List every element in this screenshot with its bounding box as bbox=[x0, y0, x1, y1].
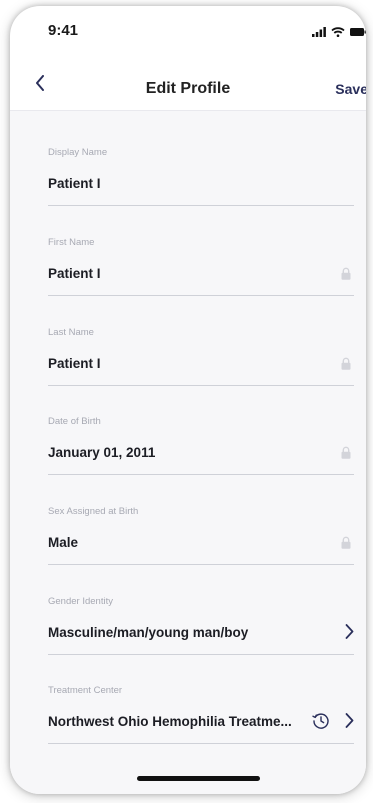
history-clock-icon[interactable] bbox=[312, 712, 330, 735]
home-indicator bbox=[137, 776, 260, 781]
chevron-right-icon[interactable] bbox=[345, 713, 354, 733]
field-label: First Name bbox=[48, 237, 95, 248]
field-label: Sex Assigned at Birth bbox=[48, 506, 139, 517]
wifi-icon bbox=[331, 24, 345, 42]
lock-icon bbox=[341, 357, 351, 375]
field-treatment-center[interactable]: Treatment Center Northwest Ohio Hemophil… bbox=[48, 685, 354, 744]
field-label: Last Name bbox=[48, 327, 94, 338]
sex-assigned-value: Male bbox=[48, 535, 79, 550]
field-label: Gender Identity bbox=[48, 596, 113, 607]
status-bar: 9:41 bbox=[10, 6, 366, 50]
gender-identity-value: Masculine/man/young man/boy bbox=[48, 625, 249, 640]
page-title: Edit Profile bbox=[145, 80, 231, 97]
status-time: 9:41 bbox=[48, 22, 79, 39]
nav-bar: Edit Profile Save bbox=[10, 58, 366, 111]
lock-icon bbox=[341, 267, 351, 285]
field-date-of-birth: Date of Birth January 01, 2011 bbox=[48, 416, 354, 475]
lock-icon bbox=[341, 536, 351, 554]
field-label: Display Name bbox=[48, 147, 108, 158]
date-of-birth-value: January 01, 2011 bbox=[48, 445, 156, 460]
field-label: Treatment Center bbox=[48, 685, 123, 696]
field-last-name: Last Name Patient I bbox=[48, 327, 354, 386]
field-first-name: First Name Patient I bbox=[48, 237, 354, 296]
chevron-right-icon[interactable] bbox=[345, 624, 354, 644]
phone-frame: 9:41 Edit Profile Save Display Name Pati… bbox=[10, 6, 366, 794]
signal-icon bbox=[312, 24, 326, 42]
treatment-center-value: Northwest Ohio Hemophilia Treatme... bbox=[48, 714, 292, 729]
first-name-value: Patient I bbox=[48, 266, 101, 281]
field-display-name[interactable]: Display Name Patient I bbox=[48, 147, 354, 206]
field-gender-identity[interactable]: Gender Identity Masculine/man/young man/… bbox=[48, 596, 354, 655]
field-sex-assigned-at-birth: Sex Assigned at Birth Male bbox=[48, 506, 354, 565]
battery-icon bbox=[350, 24, 366, 42]
last-name-value: Patient I bbox=[48, 356, 101, 371]
field-label: Date of Birth bbox=[48, 416, 101, 427]
lock-icon bbox=[341, 446, 351, 464]
profile-form: Display Name Patient I First Name Patien… bbox=[10, 111, 366, 794]
status-icons bbox=[312, 24, 366, 42]
save-button[interactable]: Save bbox=[335, 81, 366, 97]
display-name-input[interactable]: Patient I bbox=[48, 176, 101, 191]
